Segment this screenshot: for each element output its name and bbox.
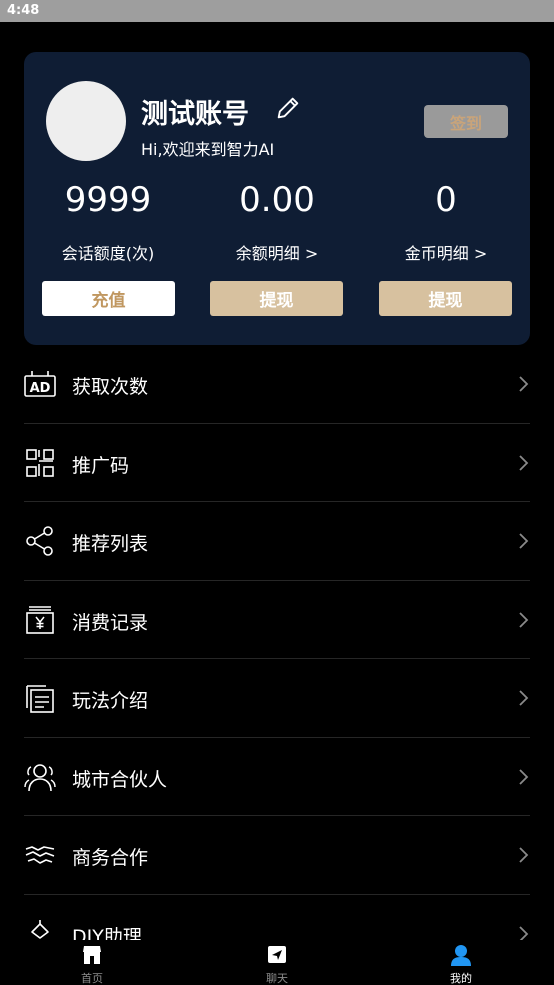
- status-bar: 4:48: [0, 0, 554, 22]
- welcome-text: Hi,欢迎来到智力AI: [141, 140, 275, 159]
- menu-label: 商务合作: [72, 847, 149, 869]
- stat-value: 9999: [64, 180, 152, 220]
- stat-label[interactable]: 金币明细 >: [362, 240, 530, 264]
- users-icon: [24, 763, 56, 791]
- menu-label: 推荐列表: [72, 533, 149, 555]
- handshake-icon: [25, 846, 55, 864]
- stat-coins[interactable]: 0 金币明细 >: [362, 180, 530, 264]
- pencil-edit-icon[interactable]: [274, 94, 302, 122]
- menu-item-business-cooperation[interactable]: 商务合作: [24, 816, 530, 895]
- tab-home[interactable]: 首页: [52, 940, 132, 985]
- share-icon: [26, 526, 53, 556]
- menu-label: 城市合伙人: [72, 768, 168, 791]
- tab-chat[interactable]: 聊天: [237, 940, 317, 985]
- nav-label: 首页: [81, 972, 103, 985]
- menu-label: 获取次数: [72, 376, 149, 398]
- receipt-yen-icon: [26, 605, 54, 634]
- svg-text:AD: AD: [30, 381, 51, 396]
- withdraw-balance-button[interactable]: 提现: [210, 281, 343, 316]
- person-icon: [451, 945, 471, 966]
- menu-label: 消费记录: [72, 611, 149, 634]
- chevron-right-icon: [519, 768, 529, 785]
- chevron-right-icon: [519, 611, 529, 628]
- status-time: 4:48: [7, 3, 40, 18]
- menu-item-get-uses[interactable]: AD 获取次数: [24, 345, 530, 424]
- avatar[interactable]: [46, 81, 126, 161]
- chevron-right-icon: [519, 376, 529, 392]
- stat-value: 0: [435, 180, 457, 220]
- profile-card: 测试账号 Hi,欢迎来到智力AI 签到 9999 会话额度(次) 0.00 余额…: [24, 52, 530, 345]
- nav-label: 我的: [450, 972, 472, 985]
- document-icon: [26, 685, 54, 713]
- menu-label: 玩法介绍: [72, 690, 149, 712]
- menu-list: AD 获取次数 推广码 推荐列表 消费记录 玩法介绍 城市合伙人 商务合作 DI…: [24, 345, 530, 973]
- stat-session-quota: 9999 会话额度(次): [24, 180, 192, 264]
- menu-item-consumption-records[interactable]: 消费记录: [24, 581, 530, 659]
- bottom-nav: 首页 聊天 我的: [0, 940, 554, 985]
- recharge-button[interactable]: 充值: [42, 281, 175, 316]
- ad-icon: AD: [24, 371, 56, 397]
- chevron-right-icon: [519, 533, 529, 549]
- chevron-right-icon: [519, 454, 529, 471]
- menu-item-promo-code[interactable]: 推广码: [24, 424, 530, 502]
- menu-label: 推广码: [72, 454, 130, 477]
- stat-balance[interactable]: 0.00 余额明细 >: [193, 180, 361, 264]
- stat-value: 0.00: [239, 180, 315, 220]
- chevron-right-icon: [519, 690, 529, 706]
- withdraw-coins-button[interactable]: 提现: [379, 281, 512, 316]
- nav-label: 聊天: [266, 972, 288, 985]
- tab-mine[interactable]: 我的: [421, 940, 501, 985]
- chat-send-icon: [268, 946, 286, 963]
- menu-item-city-partner[interactable]: 城市合伙人: [24, 738, 530, 816]
- signin-button[interactable]: 签到: [424, 105, 508, 138]
- stat-label[interactable]: 余额明细 >: [193, 240, 361, 264]
- qr-code-icon: [26, 448, 54, 477]
- menu-item-gameplay-intro[interactable]: 玩法介绍: [24, 659, 530, 738]
- menu-item-referral-list[interactable]: 推荐列表: [24, 502, 530, 581]
- account-name: 测试账号: [141, 99, 249, 130]
- stat-label: 会话额度(次): [61, 244, 155, 263]
- store-icon: [83, 946, 101, 964]
- chevron-right-icon: [519, 847, 529, 863]
